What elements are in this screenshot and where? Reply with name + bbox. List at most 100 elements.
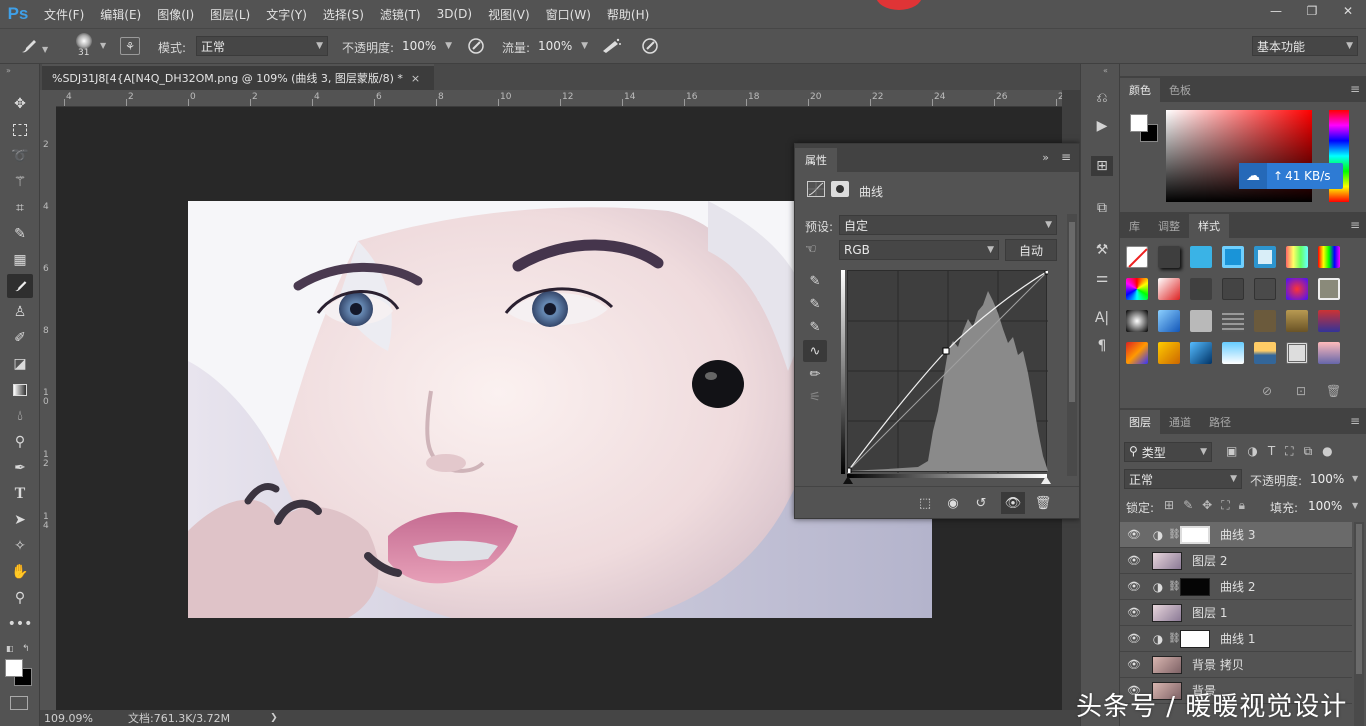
tab-libraries[interactable]: 库 bbox=[1120, 214, 1149, 238]
clear-style-icon[interactable]: ⊘ bbox=[1262, 384, 1272, 398]
zoom-tool-icon[interactable]: ⚲ bbox=[7, 586, 33, 610]
properties-scrollbar[interactable] bbox=[1067, 214, 1077, 476]
collapse-icon[interactable]: » bbox=[6, 66, 11, 75]
tab-color[interactable]: 颜色 bbox=[1120, 78, 1160, 102]
style-swatch[interactable] bbox=[1158, 342, 1180, 364]
gray-point-eyedropper-icon[interactable]: ✎ bbox=[803, 293, 827, 315]
style-swatch[interactable] bbox=[1254, 310, 1276, 332]
layer-row[interactable]: 👁︎ 背景 拷贝 bbox=[1120, 652, 1352, 678]
eye-icon[interactable]: 👁︎ bbox=[1120, 528, 1148, 541]
panel-menu-icon[interactable]: ≡ bbox=[1350, 82, 1360, 96]
quick-mask-icon[interactable] bbox=[10, 696, 28, 710]
menu-window[interactable]: 窗口(W) bbox=[538, 6, 599, 23]
pixel-filter-icon[interactable]: ▣ bbox=[1226, 444, 1237, 459]
horizontal-ruler[interactable]: 42024681012141618202224262830 bbox=[56, 90, 1062, 107]
crop-tool-icon[interactable]: ⌗ bbox=[7, 196, 33, 220]
clip-to-layer-icon[interactable]: ⬚ bbox=[913, 492, 937, 514]
lock-all-icon[interactable]: 🔒︎ bbox=[1239, 498, 1245, 513]
tab-paths[interactable]: 路径 bbox=[1200, 410, 1240, 434]
vertical-ruler[interactable]: 2 4 6 8 1 0 1 2 1 4 bbox=[40, 107, 56, 710]
style-swatch[interactable] bbox=[1126, 342, 1148, 364]
clone-stamp-tool-icon[interactable]: ♙ bbox=[7, 300, 33, 324]
dodge-tool-icon[interactable]: ⚲ bbox=[7, 430, 33, 454]
style-swatch[interactable] bbox=[1126, 310, 1148, 332]
mask-thumbnail[interactable] bbox=[1180, 577, 1210, 596]
style-swatch[interactable] bbox=[1190, 246, 1212, 268]
style-swatch[interactable] bbox=[1318, 342, 1340, 364]
menu-file[interactable]: 文件(F) bbox=[36, 6, 92, 23]
eye-icon[interactable]: 👁︎ bbox=[1120, 632, 1148, 645]
status-menu-icon[interactable]: ❯ bbox=[270, 713, 278, 723]
paragraph-panel-icon[interactable]: ¶ bbox=[1091, 336, 1113, 356]
reset-icon[interactable]: ↺ bbox=[969, 492, 993, 514]
white-point-slider[interactable] bbox=[1041, 476, 1051, 484]
style-swatch[interactable] bbox=[1190, 278, 1212, 300]
layer-row[interactable]: 👁︎ 图层 1 bbox=[1120, 600, 1352, 626]
tab-close-icon[interactable]: × bbox=[411, 72, 420, 85]
chevron-down-icon[interactable]: ▼ bbox=[100, 41, 106, 50]
shape-tool-icon[interactable]: ✧ bbox=[7, 534, 33, 558]
smart-object-filter-icon[interactable]: ⧉ bbox=[1304, 444, 1313, 459]
airbrush-icon[interactable] bbox=[600, 36, 622, 56]
brush-settings-icon[interactable]: ⚌ bbox=[1091, 268, 1113, 288]
style-swatch[interactable] bbox=[1286, 310, 1308, 332]
ruler-origin[interactable] bbox=[40, 90, 56, 107]
delete-icon[interactable]: 🗑︎ bbox=[1031, 492, 1055, 514]
style-swatch-none[interactable] bbox=[1126, 246, 1148, 268]
menu-view[interactable]: 视图(V) bbox=[480, 6, 538, 23]
document-tab[interactable]: %SDJ31J8[4{A[N4Q_DH32OM.png @ 109% (曲线 3… bbox=[42, 64, 434, 90]
eyedropper-tool-icon[interactable]: ✎ bbox=[7, 222, 33, 246]
style-swatch[interactable] bbox=[1222, 278, 1244, 300]
more-tools-icon[interactable]: ••• bbox=[7, 612, 33, 636]
chevron-down-icon[interactable]: ▼ bbox=[1352, 501, 1358, 510]
path-selection-tool-icon[interactable]: ➤ bbox=[7, 508, 33, 532]
collapse-icon[interactable]: » bbox=[1042, 151, 1049, 164]
lock-pixels-icon[interactable]: ✎ bbox=[1183, 498, 1193, 513]
new-style-icon[interactable]: ⊡ bbox=[1296, 384, 1306, 398]
close-button[interactable]: ✕ bbox=[1330, 0, 1366, 22]
blend-mode-select[interactable]: 正常 ▼ bbox=[1124, 469, 1242, 489]
style-swatch[interactable] bbox=[1222, 342, 1244, 364]
visibility-toggle-icon[interactable]: 👁︎ bbox=[1001, 492, 1025, 514]
white-point-eyedropper-icon[interactable]: ✎ bbox=[803, 316, 827, 338]
mode-select[interactable]: 正常 ▼ bbox=[196, 36, 328, 56]
actions-panel-icon[interactable]: ▶ bbox=[1091, 116, 1113, 136]
gradient-tool-icon[interactable] bbox=[7, 378, 33, 402]
delete-style-icon[interactable]: 🗑︎ bbox=[1326, 384, 1341, 398]
style-swatch[interactable] bbox=[1286, 342, 1308, 364]
lasso-tool-icon[interactable]: ➰ bbox=[7, 144, 33, 168]
link-icon[interactable]: ⛓︎ bbox=[1168, 633, 1181, 644]
workspace-select[interactable]: 基本功能 ▼ bbox=[1252, 36, 1358, 56]
swap-colors-icon[interactable]: ↰ bbox=[22, 644, 30, 654]
targeted-adjustment-icon[interactable]: ☜ bbox=[805, 242, 817, 257]
flow-input[interactable]: 100% ▼ bbox=[534, 36, 592, 56]
eraser-tool-icon[interactable]: ◪ bbox=[7, 352, 33, 376]
opacity-input[interactable]: 100% ▼ bbox=[398, 36, 456, 56]
panel-menu-icon[interactable]: ≡ bbox=[1350, 218, 1360, 232]
foreground-color-swatch[interactable] bbox=[5, 659, 23, 677]
style-swatch[interactable] bbox=[1158, 246, 1180, 268]
minimize-button[interactable]: — bbox=[1258, 0, 1294, 22]
marquee-tool-icon[interactable] bbox=[7, 118, 33, 142]
character-panel-icon[interactable]: A| bbox=[1091, 308, 1113, 328]
menu-filter[interactable]: 滤镜(T) bbox=[372, 6, 429, 23]
tab-swatches[interactable]: 色板 bbox=[1160, 78, 1200, 102]
layers-scrollbar[interactable] bbox=[1354, 522, 1364, 726]
view-previous-state-icon[interactable]: ◉ bbox=[941, 492, 965, 514]
smooth-curve-icon[interactable]: ⚟ bbox=[803, 386, 827, 408]
layer-row[interactable]: 👁︎ ◑ ⛓︎ 曲线 2 bbox=[1120, 574, 1352, 600]
history-brush-tool-icon[interactable]: ✐ bbox=[7, 326, 33, 350]
network-speed-widget[interactable]: ☁ ↑ 41 KB/s bbox=[1239, 163, 1343, 189]
adjustment-filter-icon[interactable]: ◑ bbox=[1247, 444, 1257, 459]
history-panel-icon[interactable]: ⎌ bbox=[1091, 88, 1113, 108]
layer-thumbnail[interactable] bbox=[1152, 603, 1182, 622]
tab-adjustments[interactable]: 调整 bbox=[1149, 214, 1189, 238]
chevron-down-icon[interactable]: ▼ bbox=[1352, 474, 1358, 483]
properties-panel-icon[interactable]: ⊞ bbox=[1091, 156, 1113, 176]
link-icon[interactable]: ⛓︎ bbox=[1168, 529, 1181, 540]
type-tool-icon[interactable]: T bbox=[7, 482, 33, 506]
eye-icon[interactable]: 👁︎ bbox=[1120, 658, 1148, 671]
menu-help[interactable]: 帮助(H) bbox=[599, 6, 657, 23]
layer-filter-select[interactable]: ⚲ 类型 ▼ bbox=[1124, 442, 1212, 462]
pressure-size-icon[interactable] bbox=[640, 36, 660, 56]
